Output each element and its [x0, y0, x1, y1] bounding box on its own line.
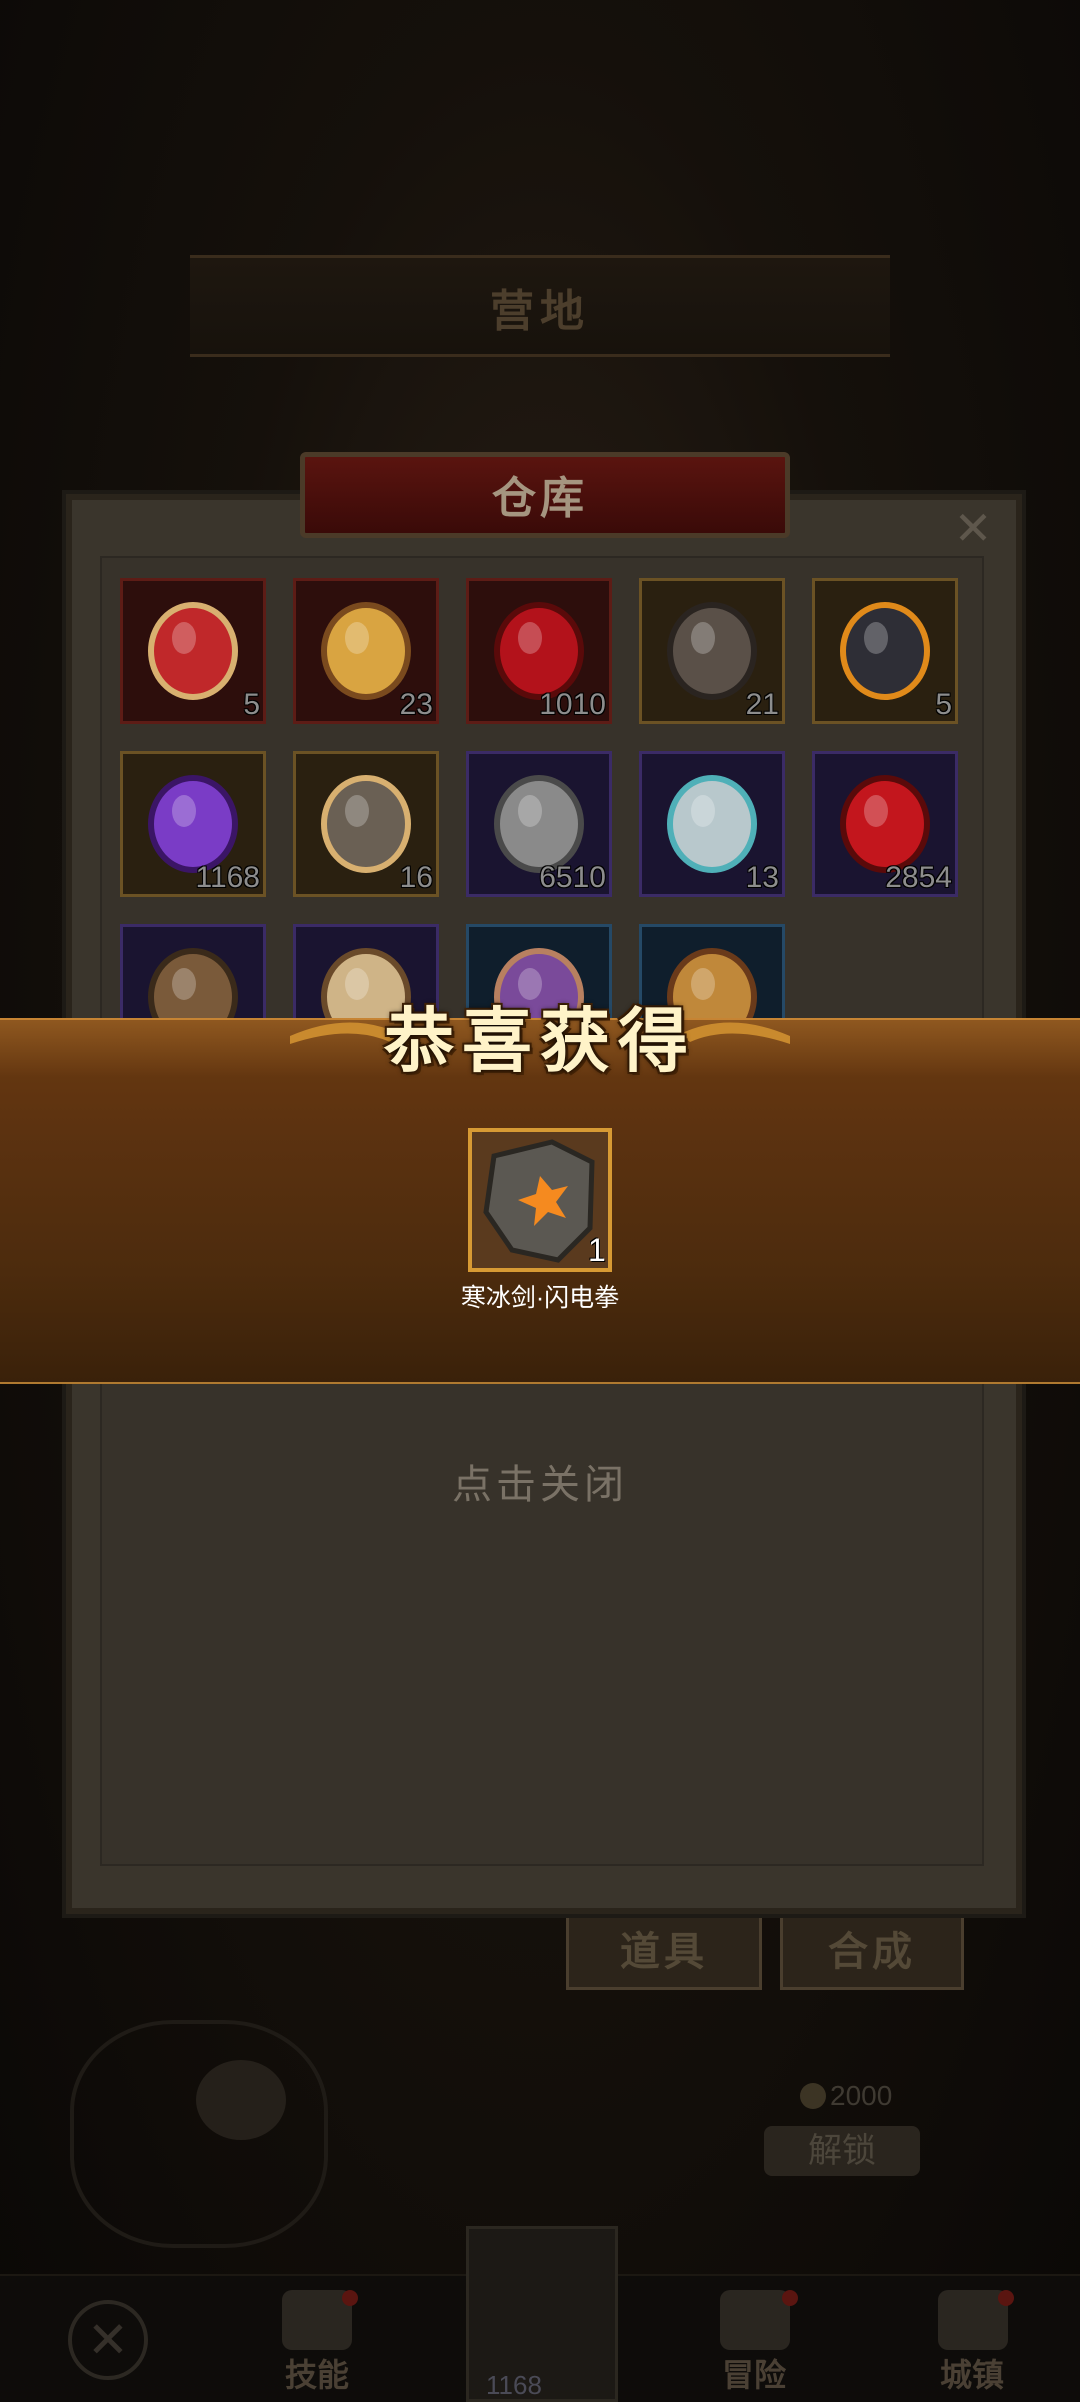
eye-icon	[196, 2060, 286, 2140]
item-quantity: 16	[399, 861, 433, 894]
skills-notification-dot	[342, 2290, 358, 2306]
adventure-flag-icon	[720, 2290, 790, 2350]
camp-title: 营地	[490, 287, 590, 336]
inventory-slot[interactable]: 23	[293, 578, 439, 724]
item-quantity: 5	[935, 688, 952, 721]
coin-icon	[800, 2083, 826, 2109]
item-quantity: 13	[745, 861, 779, 894]
unlock-button: 解锁	[764, 2126, 920, 2176]
item-quantity: 5	[243, 688, 260, 721]
items-button: 道具	[566, 1914, 762, 1990]
synthesis-button: 合成	[780, 1914, 964, 1990]
adventure-notification-dot	[782, 2290, 798, 2306]
inventory-slot[interactable]: 13	[639, 751, 785, 897]
close-circle-icon: ✕	[68, 2300, 148, 2380]
item-quantity: 6510	[539, 861, 606, 894]
reward-title: 恭喜获得	[384, 1002, 696, 1080]
center-nav-count: 1168	[486, 2370, 542, 2400]
close-icon[interactable]: ✕	[950, 505, 996, 551]
inventory-slot[interactable]: 1168	[120, 751, 266, 897]
inventory-slot[interactable]: 1010	[466, 578, 612, 724]
item-quantity: 23	[399, 688, 433, 721]
inventory-slot[interactable]: 6510	[466, 751, 612, 897]
skill-emblem-frame	[70, 2020, 328, 2248]
magma-ore-icon	[840, 602, 930, 700]
inventory-slot[interactable]: 21	[639, 578, 785, 724]
nav-town-label: 城镇	[940, 2357, 1005, 2393]
red-gem-pendant-icon	[148, 602, 238, 700]
nav-adventure-label: 冒险	[722, 2357, 787, 2393]
nav-skills-label: 技能	[285, 2357, 350, 2393]
reward-item-name: 寒冰剑·闪电拳	[460, 1284, 620, 1312]
item-quantity: 1168	[195, 861, 260, 894]
item-quantity: 2854	[885, 861, 952, 894]
inventory-slot[interactable]: 5	[120, 578, 266, 724]
reward-item-qty: 1	[588, 1232, 606, 1268]
inventory-slot[interactable]: 5	[812, 578, 958, 724]
tap-to-close[interactable]: 点击关闭	[0, 1452, 1080, 1510]
unlock-cost: 2000	[830, 2080, 893, 2111]
item-quantity: 21	[745, 688, 779, 721]
inventory-slot[interactable]: 16	[293, 751, 439, 897]
inventory-slot[interactable]: 2854	[812, 751, 958, 897]
item-quantity: 1010	[539, 688, 606, 721]
town-notification-dot	[998, 2290, 1014, 2306]
warehouse-title: 仓库	[492, 474, 588, 523]
